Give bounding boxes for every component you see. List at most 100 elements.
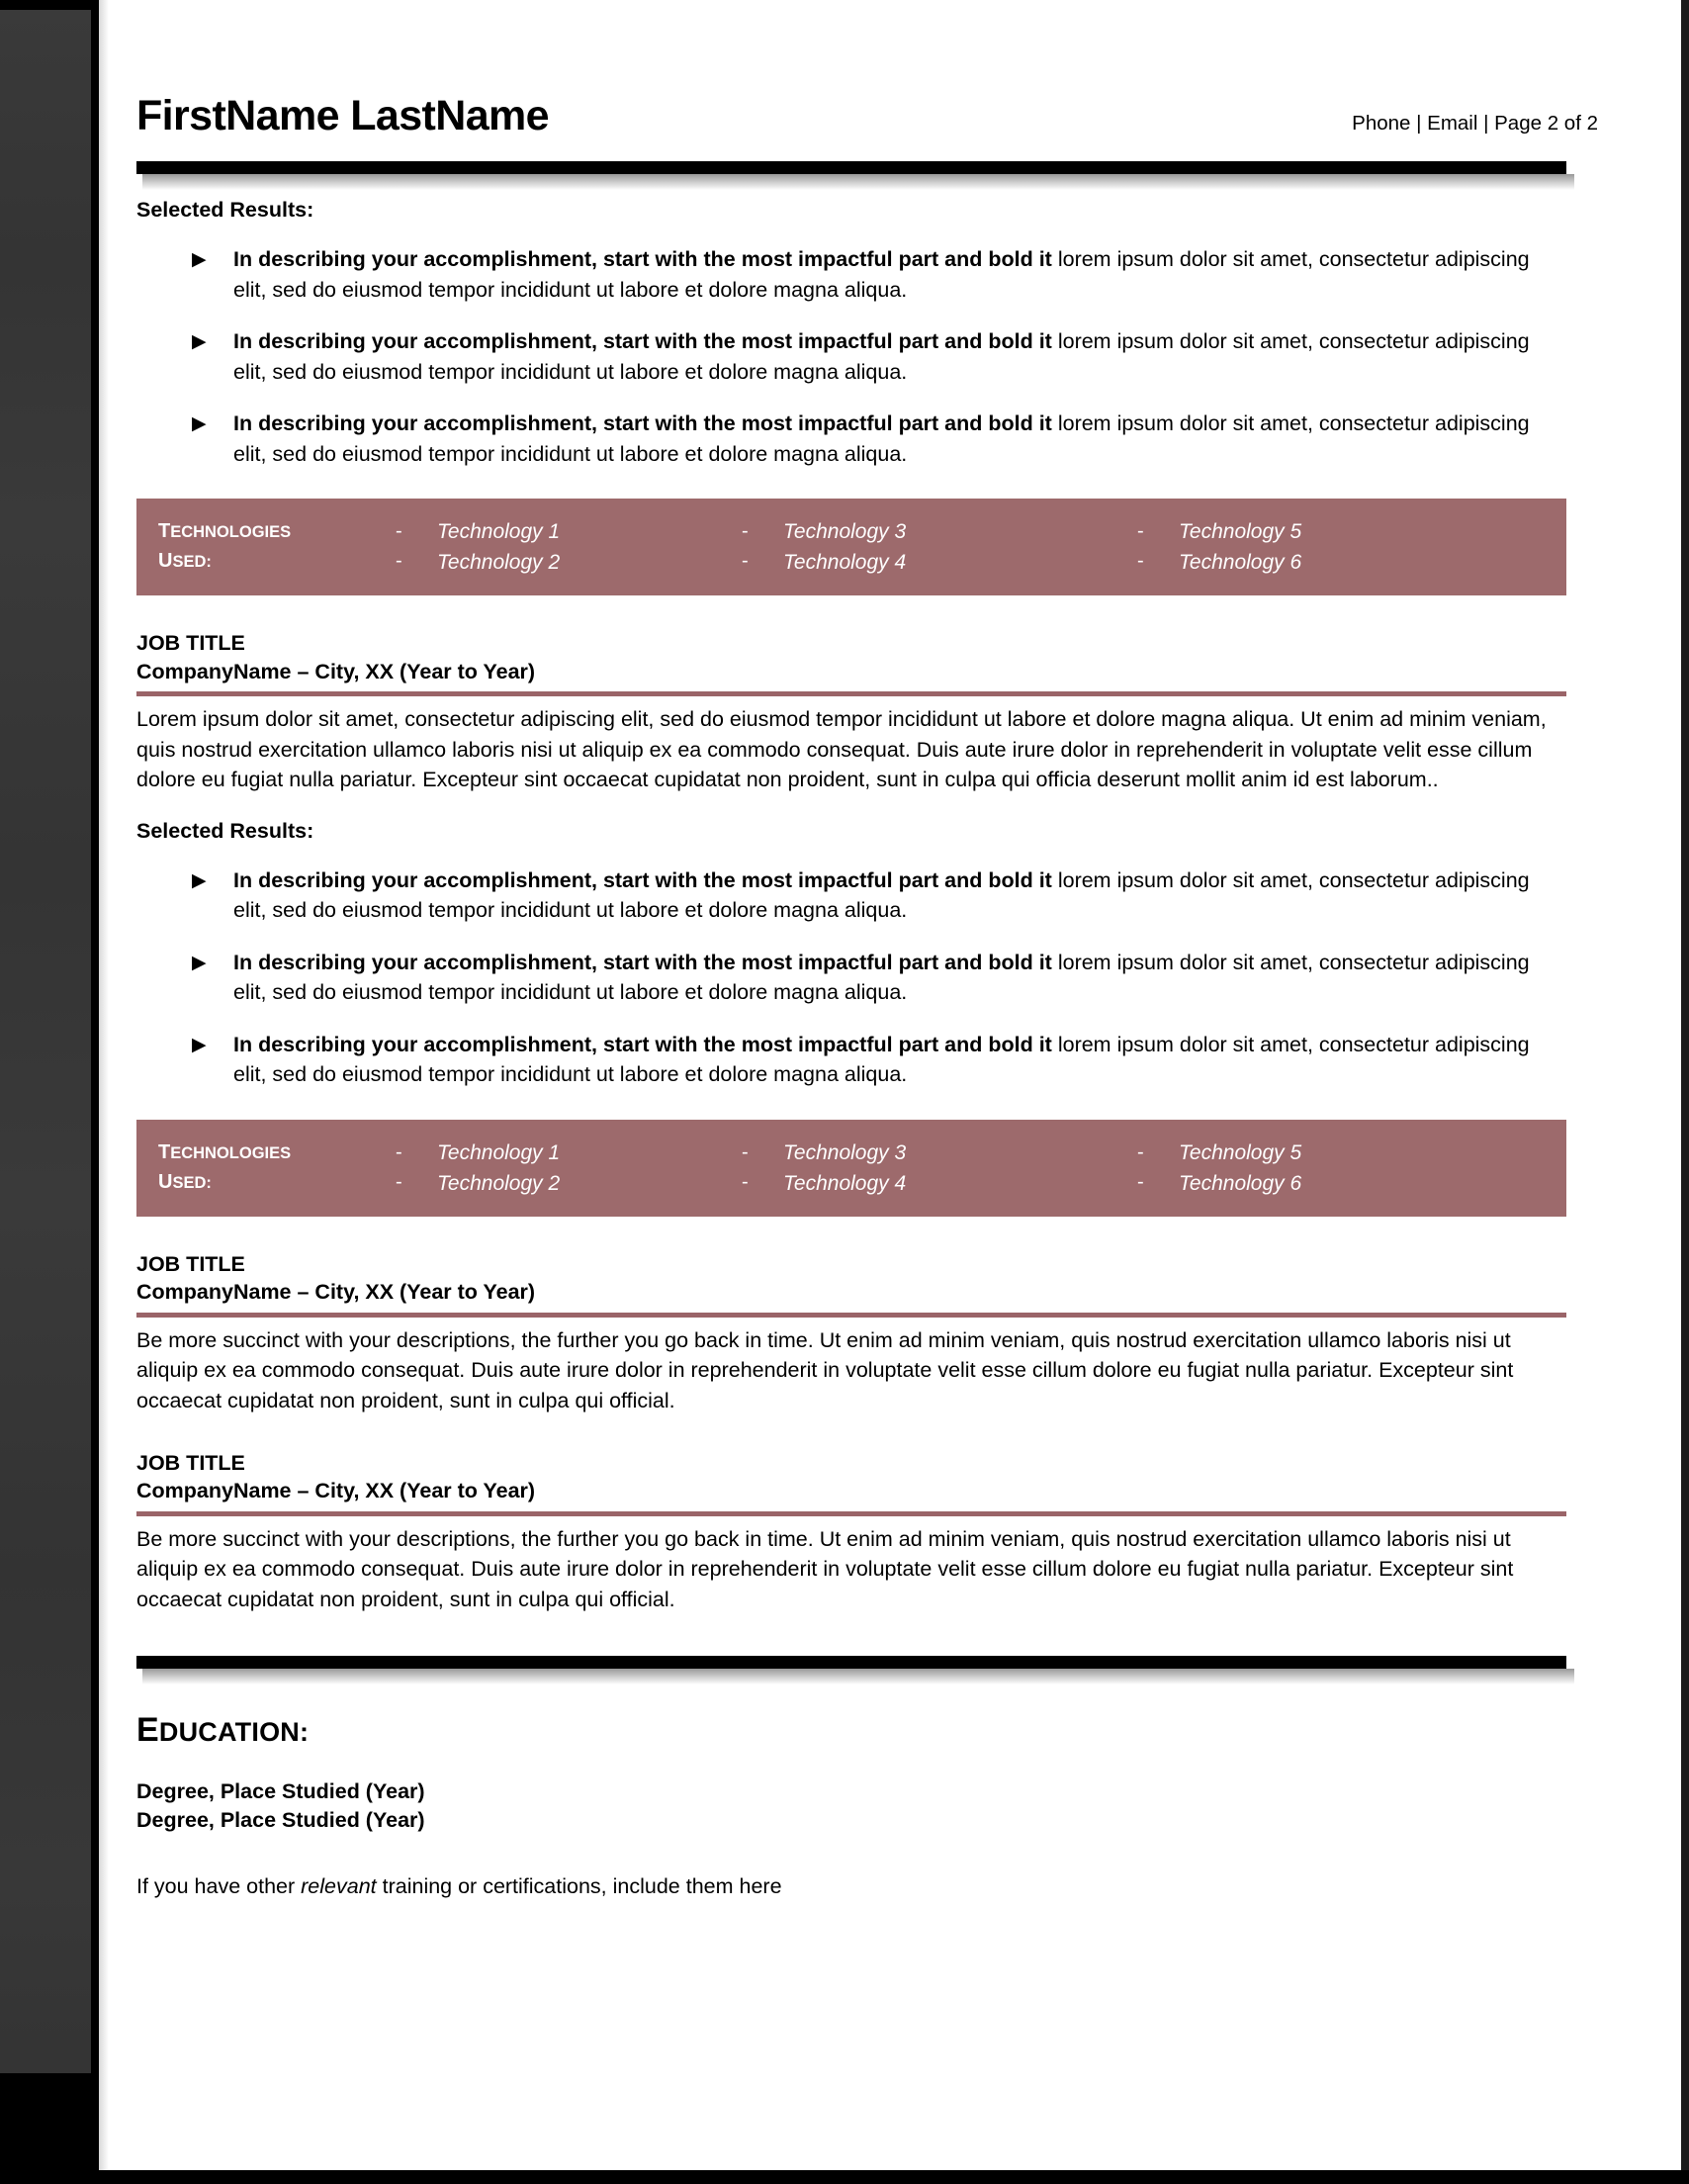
tech-dash: - bbox=[742, 520, 749, 543]
education-divider-rule bbox=[136, 1656, 1574, 1685]
technologies-used-label-2: TECHNOLOGIES USED: bbox=[158, 1138, 396, 1198]
tech-item-group: Technology 5 Technology 6 bbox=[1179, 516, 1301, 578]
tech-item: Technology 1 bbox=[437, 1140, 561, 1164]
job-title: JOB TITLE bbox=[136, 1451, 245, 1476]
job-company-line: CompanyName – City, XX (Year to Year) bbox=[136, 659, 536, 683]
technologies-column-3: - - Technology 5 Technology 6 bbox=[1137, 1138, 1434, 1199]
list-item: ▶ In describing your accomplishment, star… bbox=[136, 326, 1610, 387]
tech-label-cap: T bbox=[158, 520, 171, 543]
bullet-bold-text: In describing your accomplishment, start… bbox=[233, 950, 1052, 974]
degree-line-2: Degree, Place Studied (Year) bbox=[136, 1808, 425, 1833]
tech-item: Technology 5 bbox=[1179, 520, 1302, 544]
bullet-bold-text: In describing your accomplishment, start… bbox=[233, 867, 1052, 892]
technologies-column-1: - - Technology 1 Technology 2 bbox=[396, 516, 742, 578]
resume-content: FirstName LastName Phone | Email | Page … bbox=[136, 0, 1610, 1901]
selected-results-heading-2: Selected Results: bbox=[136, 818, 314, 843]
technologies-used-bar-2: TECHNOLOGIES USED: - - Technology 1 Tech… bbox=[136, 1119, 1566, 1217]
tech-label-smallcaps: ECHNOLOGIES bbox=[170, 523, 292, 542]
technologies-label-line-1: TECHNOLOGIES bbox=[158, 1138, 396, 1167]
tech-item: Technology 3 bbox=[783, 1140, 907, 1164]
bullet-bold-text: In describing your accomplishment, start… bbox=[233, 329, 1052, 354]
tech-dash: - bbox=[1137, 1171, 1144, 1194]
technologies-used-label-1: TECHNOLOGIES USED: bbox=[158, 516, 396, 577]
job-company-line: CompanyName – City, XX (Year to Year) bbox=[136, 1280, 536, 1305]
tech-dash-group: - - bbox=[396, 1138, 437, 1199]
tech-item: Technology 2 bbox=[437, 551, 561, 575]
education-heading-cap: E bbox=[136, 1711, 159, 1750]
tech-item: Technology 4 bbox=[783, 1171, 907, 1195]
tech-item: Technology 1 bbox=[437, 520, 561, 544]
tech-label-smallcaps: SED: bbox=[172, 1174, 212, 1193]
bullet-triangle-icon: ▶ bbox=[192, 413, 207, 435]
technologies-label-line-2: USED: bbox=[158, 1167, 396, 1197]
tech-dash: - bbox=[396, 1140, 402, 1163]
education-note-before: If you have other bbox=[136, 1874, 302, 1899]
bullet-triangle-icon: ▶ bbox=[192, 869, 207, 891]
page-right-edge bbox=[1681, 0, 1689, 2184]
tech-dash: - bbox=[396, 1171, 402, 1194]
tech-item: Technology 6 bbox=[1179, 551, 1302, 575]
tech-dash: - bbox=[1137, 520, 1144, 543]
tech-item-group: Technology 5 Technology 6 bbox=[1179, 1138, 1301, 1199]
job-accent-rule bbox=[136, 1312, 1566, 1318]
gutter-top-cap bbox=[0, 0, 91, 10]
bullet-triangle-icon: ▶ bbox=[192, 1034, 207, 1055]
tech-dash: - bbox=[396, 550, 402, 573]
bullet-triangle-icon: ▶ bbox=[192, 249, 207, 270]
tech-label-cap: T bbox=[158, 1140, 171, 1163]
bullet-bold-text: In describing your accomplishment, start… bbox=[233, 247, 1052, 271]
education-heading-smallcaps: DUCATION: bbox=[158, 1717, 310, 1748]
desktop-gutter bbox=[0, 0, 91, 2184]
bullet-bold-text: In describing your accomplishment, start… bbox=[233, 411, 1052, 436]
technologies-column-2: - - Technology 3 Technology 4 bbox=[742, 1138, 1137, 1199]
tech-dash-group: - - bbox=[742, 516, 783, 578]
selected-results-list-2: ▶ In describing your accomplishment, star… bbox=[136, 865, 1610, 1090]
tech-label-cap: U bbox=[158, 550, 173, 573]
tech-dash-group: - - bbox=[1137, 1138, 1179, 1199]
degree-line-1: Degree, Place Studied (Year) bbox=[136, 1778, 425, 1803]
tech-label-smallcaps: ECHNOLOGIES bbox=[170, 1143, 292, 1162]
tech-dash: - bbox=[1137, 1140, 1144, 1163]
tech-dash: - bbox=[1137, 550, 1144, 573]
tech-dash: - bbox=[742, 550, 749, 573]
tech-item-group: Technology 1 Technology 2 bbox=[437, 516, 560, 578]
tech-dash-group: - - bbox=[396, 516, 437, 578]
tech-item: Technology 2 bbox=[437, 1171, 561, 1195]
gutter-bottom-cap bbox=[0, 2073, 91, 2184]
job-entry-2: JOB TITLE CompanyName – City, XX (Year t… bbox=[136, 1250, 1566, 1415]
list-item: ▶ In describing your accomplishment, star… bbox=[136, 1030, 1610, 1090]
list-item: ▶ In describing your accomplishment, star… bbox=[136, 948, 1610, 1008]
document-header: FirstName LastName Phone | Email | Page … bbox=[136, 0, 1610, 137]
tech-item: Technology 5 bbox=[1179, 1140, 1302, 1164]
header-contact-line: Phone | Email | Page 2 of 2 bbox=[1352, 112, 1598, 135]
job-description: Lorem ipsum dolor sit amet, consectetur … bbox=[136, 707, 1547, 792]
job-title: JOB TITLE bbox=[136, 631, 245, 656]
list-item: ▶ In describing your accomplishment, star… bbox=[136, 865, 1610, 926]
education-note-italic: relevant bbox=[301, 1874, 377, 1899]
header-divider-rule bbox=[136, 161, 1574, 190]
bullet-bold-text: In describing your accomplishment, start… bbox=[233, 1032, 1052, 1056]
selected-results-list-1: ▶ In describing your accomplishment, star… bbox=[136, 244, 1610, 469]
technologies-label-line-2: USED: bbox=[158, 546, 396, 576]
education-heading: EDUCATION: bbox=[136, 1712, 1610, 1749]
tech-item: Technology 3 bbox=[783, 520, 907, 544]
page-bottom-edge bbox=[0, 2170, 1689, 2184]
tech-item-group: Technology 1 Technology 2 bbox=[437, 1138, 560, 1199]
tech-item-group: Technology 3 Technology 4 bbox=[783, 516, 906, 578]
job-company-line: CompanyName – City, XX (Year to Year) bbox=[136, 1479, 536, 1503]
technologies-used-bar-1: TECHNOLOGIES USED: - - Technology 1 Tech… bbox=[136, 499, 1566, 596]
list-item: ▶ In describing your accomplishment, star… bbox=[136, 409, 1610, 469]
tech-dash-group: - - bbox=[742, 1138, 783, 1199]
job-description: Be more succinct with your descriptions,… bbox=[136, 1327, 1514, 1412]
job-entry-3: JOB TITLE CompanyName – City, XX (Year t… bbox=[136, 1449, 1566, 1614]
tech-dash-group: - - bbox=[1137, 516, 1179, 578]
selected-results-heading-1: Selected Results: bbox=[136, 198, 314, 222]
tech-dash: - bbox=[396, 520, 402, 543]
tech-item: Technology 6 bbox=[1179, 1171, 1302, 1195]
tech-label-smallcaps: SED: bbox=[172, 553, 212, 572]
resume-page: FirstName LastName Phone | Email | Page … bbox=[99, 0, 1681, 2170]
bullet-triangle-icon: ▶ bbox=[192, 331, 207, 353]
job-accent-rule bbox=[136, 691, 1566, 696]
tech-dash: - bbox=[742, 1140, 749, 1163]
tech-dash: - bbox=[742, 1171, 749, 1194]
